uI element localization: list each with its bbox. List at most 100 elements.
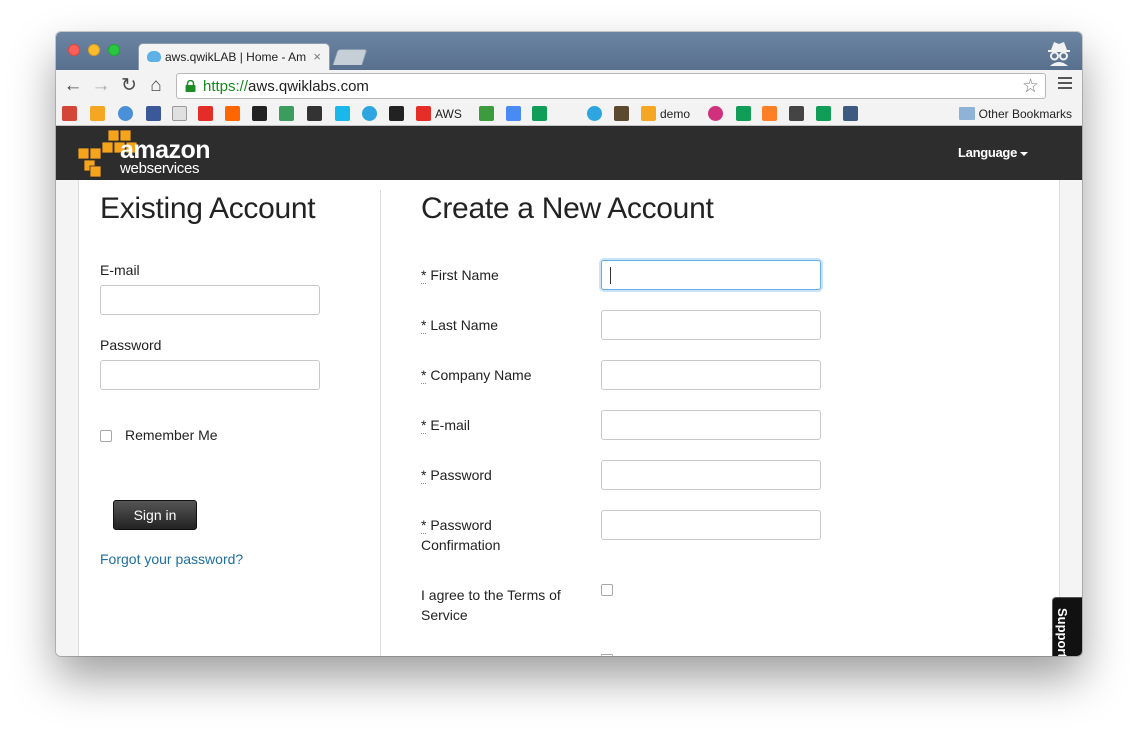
login-email-label: E-mail xyxy=(100,262,140,278)
bookmark-label: demo xyxy=(660,106,691,121)
tab-close-button[interactable]: × xyxy=(313,49,321,64)
bookmark-item[interactable] xyxy=(762,105,777,122)
bookmark-item[interactable] xyxy=(90,105,105,122)
terms-checkbox[interactable] xyxy=(601,584,613,596)
bookmark-item[interactable] xyxy=(335,105,350,122)
forward-button[interactable]: → xyxy=(90,75,112,97)
additional-checkbox[interactable] xyxy=(601,654,613,656)
password-confirmation-input[interactable] xyxy=(601,510,821,540)
youtube-icon xyxy=(416,106,431,121)
bookmark-item[interactable] xyxy=(843,105,858,122)
folder-icon xyxy=(958,107,975,120)
company-name-input[interactable] xyxy=(601,360,821,390)
home-button[interactable]: ⌂ xyxy=(145,75,167,97)
bookmark-item[interactable] xyxy=(279,105,294,122)
bookmark-item[interactable] xyxy=(225,105,240,122)
tab-title: aws.qwikLAB | Home - Am xyxy=(165,50,307,64)
cloud-icon xyxy=(147,51,161,62)
bookmark-item[interactable]: AWS xyxy=(416,105,462,122)
telegram-icon xyxy=(587,106,602,121)
remember-me-label: Remember Me xyxy=(125,427,218,443)
amazon-icon xyxy=(560,106,575,121)
window-close-button[interactable] xyxy=(68,44,80,56)
support-tab[interactable]: Support xyxy=(1052,597,1082,656)
bookmark-item[interactable]: demo xyxy=(641,105,690,122)
bookmark-item[interactable] xyxy=(587,105,602,122)
coin-icon xyxy=(279,106,294,121)
browser-menu-icon[interactable] xyxy=(1058,77,1072,91)
text-cursor xyxy=(610,267,611,284)
company-name-label: * Company Name xyxy=(421,367,532,384)
terms-label: I agree to the Terms of Service xyxy=(421,587,561,623)
bookmark-item[interactable] xyxy=(118,105,133,122)
bookmark-item[interactable] xyxy=(172,105,187,122)
first-name-input[interactable] xyxy=(601,260,821,290)
bookmark-item[interactable] xyxy=(252,105,267,122)
signup-email-label: * E-mail xyxy=(421,417,471,434)
signup-password-input[interactable] xyxy=(601,460,821,490)
sheet-icon xyxy=(816,106,831,121)
signup-password-label: * Password xyxy=(421,467,492,484)
sign-in-button[interactable]: Sign in xyxy=(113,500,197,530)
url-text: https://aws.qwiklabs.com xyxy=(203,78,369,95)
address-bar[interactable]: https://aws.qwiklabs.com ☆ xyxy=(176,73,1046,99)
page-body: Existing Account E-mail Password Remembe… xyxy=(56,180,1082,656)
first-name-label: * First Name xyxy=(421,267,499,284)
column-divider xyxy=(380,190,381,656)
bookmark-item[interactable] xyxy=(479,105,494,122)
bookmark-star-icon[interactable]: ☆ xyxy=(1022,75,1039,98)
password-confirmation-label: * Password Confirmation xyxy=(421,517,501,553)
browser-window: aws.qwikLAB | Home - Am × ← → ↻ ⌂ https:… xyxy=(56,32,1082,656)
bookmark-item[interactable] xyxy=(789,105,804,122)
sheet-icon xyxy=(736,106,751,121)
existing-account-title: Existing Account xyxy=(100,192,316,225)
bookmark-item[interactable] xyxy=(307,105,322,122)
bookmark-item[interactable] xyxy=(389,105,404,122)
language-dropdown[interactable]: Language xyxy=(958,145,1028,160)
other-bookmarks[interactable]: Other Bookmarks xyxy=(958,105,1072,122)
bookmark-item[interactable] xyxy=(560,105,575,122)
windows-icon xyxy=(479,106,494,121)
content-container: Existing Account E-mail Password Remembe… xyxy=(78,180,1060,656)
window-maximize-button[interactable] xyxy=(108,44,120,56)
github-icon xyxy=(252,106,267,121)
browser-tab-active[interactable]: aws.qwikLAB | Home - Am × xyxy=(138,43,330,70)
bookmark-label: AWS xyxy=(435,106,462,121)
browser-toolbar: ← → ↻ ⌂ https://aws.qwiklabs.com ☆ xyxy=(56,70,1082,102)
bookmark-item[interactable] xyxy=(146,105,161,122)
bookmark-item[interactable] xyxy=(198,105,213,122)
remember-me-checkbox[interactable] xyxy=(100,430,112,442)
chat-icon xyxy=(708,106,723,121)
site-header: amazon webservices Language xyxy=(56,126,1082,180)
reload-button[interactable]: ↻ xyxy=(118,75,140,97)
bookmark-item[interactable] xyxy=(362,105,377,122)
bookmark-item[interactable] xyxy=(62,105,77,122)
server-icon xyxy=(789,106,804,121)
login-password-label: Password xyxy=(100,337,162,353)
back-button[interactable]: ← xyxy=(62,75,84,97)
bookmark-item[interactable] xyxy=(736,105,751,122)
login-password-input[interactable] xyxy=(100,360,320,390)
translate-icon xyxy=(506,106,521,121)
login-email-input[interactable] xyxy=(100,285,320,315)
box-icon xyxy=(641,106,656,121)
window-minimize-button[interactable] xyxy=(88,44,100,56)
minecraft-icon xyxy=(614,106,629,121)
last-name-label: * Last Name xyxy=(421,317,499,334)
aws-logo-subtitle: webservices xyxy=(120,160,200,177)
signup-email-input[interactable] xyxy=(601,410,821,440)
bookmark-item[interactable] xyxy=(506,105,521,122)
bookmark-item[interactable] xyxy=(816,105,831,122)
new-tab-button[interactable] xyxy=(332,49,368,65)
bookmark-item[interactable] xyxy=(708,105,723,122)
ipt-icon xyxy=(307,106,322,121)
chrome-icon xyxy=(118,106,133,121)
bookmark-item[interactable] xyxy=(614,105,629,122)
ca-icon xyxy=(843,106,858,121)
forgot-password-link[interactable]: Forgot your password? xyxy=(100,551,243,567)
last-name-input[interactable] xyxy=(601,310,821,340)
telegram-icon xyxy=(362,106,377,121)
flag-icon xyxy=(389,106,404,121)
gmail-icon xyxy=(62,106,77,121)
bookmark-item[interactable] xyxy=(532,105,547,122)
